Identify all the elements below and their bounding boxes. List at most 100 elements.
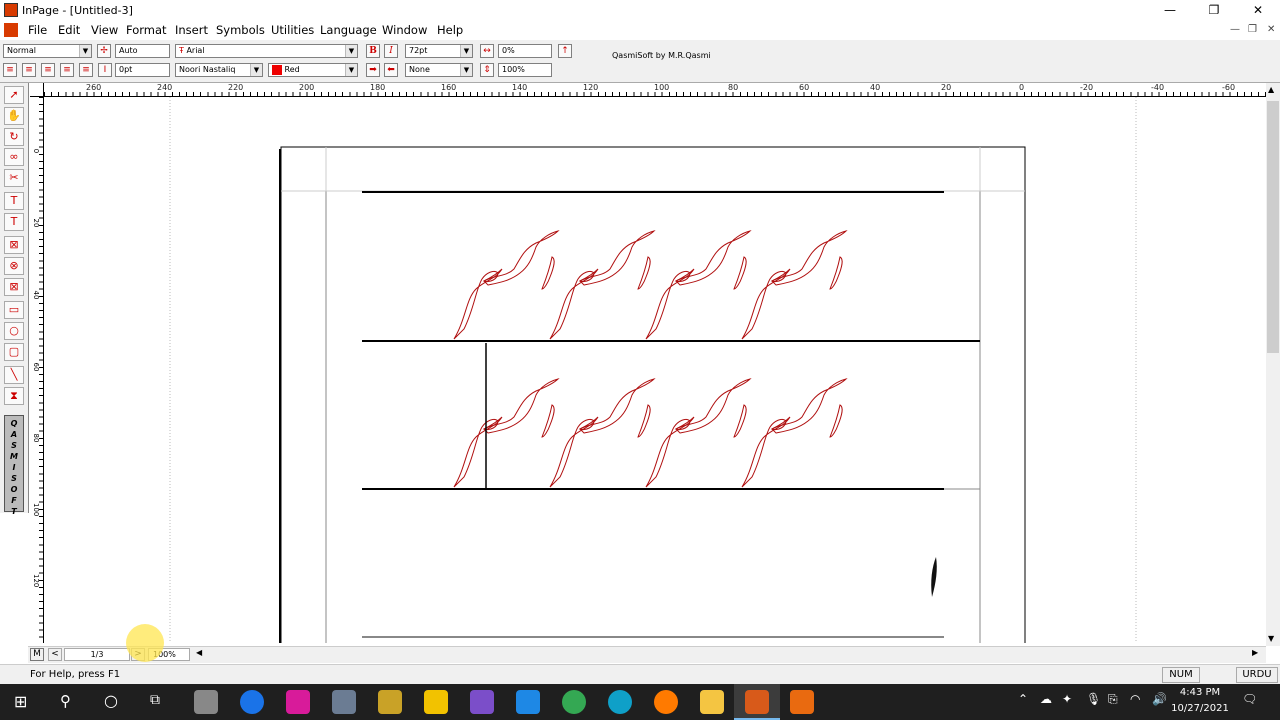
- unlink-tool-icon[interactable]: ✂: [4, 169, 24, 187]
- database-app-icon[interactable]: [194, 690, 218, 714]
- leading-icon[interactable]: ✢: [97, 44, 111, 58]
- text-frame-tool-icon[interactable]: T: [4, 213, 24, 231]
- rotate-tool-icon[interactable]: ↻: [4, 128, 24, 146]
- italic-button[interactable]: I: [384, 44, 398, 58]
- baseline-up-icon[interactable]: ↑: [558, 44, 572, 58]
- chevron-down-icon[interactable]: ▼: [345, 64, 357, 76]
- menu-language[interactable]: Language: [320, 23, 377, 37]
- mdi-minimize-icon[interactable]: —: [1230, 24, 1240, 35]
- align-center-icon[interactable]: ≡: [41, 63, 55, 77]
- menu-window[interactable]: Window: [382, 23, 427, 37]
- scroll-thumb[interactable]: [1267, 101, 1279, 353]
- show-hidden-icons-icon[interactable]: ⌃: [1018, 692, 1028, 706]
- menu-file[interactable]: File: [28, 23, 47, 37]
- vertical-scrollbar[interactable]: ▲ ▼: [1266, 83, 1280, 646]
- menu-view[interactable]: View: [91, 23, 118, 37]
- justify-icon[interactable]: ≡: [60, 63, 74, 77]
- minimize-button[interactable]: —: [1148, 0, 1192, 21]
- wifi-icon[interactable]: ◠: [1130, 692, 1140, 706]
- latin-font-select[interactable]: Ŧ Arial ▼: [175, 44, 358, 58]
- scroll-left-icon[interactable]: ◀: [196, 648, 202, 657]
- app-icon[interactable]: [332, 690, 356, 714]
- mdi-close-icon[interactable]: ✕: [1267, 24, 1275, 35]
- volume-icon[interactable]: 🔊: [1152, 692, 1167, 706]
- notifications-icon[interactable]: 🗨: [1242, 692, 1257, 706]
- menu-edit[interactable]: Edit: [58, 23, 80, 37]
- scale-field[interactable]: 100%: [498, 63, 552, 77]
- windows-start-icon[interactable]: ⊞: [14, 692, 27, 711]
- text-tool-icon[interactable]: T: [4, 192, 24, 210]
- leading-field[interactable]: Auto: [115, 44, 170, 58]
- app-icon[interactable]: [378, 690, 402, 714]
- microphone-icon[interactable]: 🎙: [1086, 692, 1101, 706]
- document-canvas[interactable]: [44, 97, 1266, 643]
- urdu-font-select[interactable]: Noori Nastaliq ▼: [175, 63, 263, 77]
- scroll-up-icon[interactable]: ▲: [1268, 85, 1274, 94]
- file-explorer-icon[interactable]: [700, 690, 724, 714]
- chevron-down-icon[interactable]: ▼: [460, 64, 472, 76]
- vscode-icon[interactable]: [516, 690, 540, 714]
- space-field[interactable]: 0pt: [115, 63, 170, 77]
- pointer-tool-icon[interactable]: ➚: [4, 86, 24, 104]
- restore-button[interactable]: ❐: [1192, 0, 1236, 21]
- rounded-picture-tool-icon[interactable]: ⊠: [4, 278, 24, 296]
- ortho-line-tool-icon[interactable]: ⧗: [4, 387, 24, 405]
- menu-format[interactable]: Format: [126, 23, 167, 37]
- page-number-field[interactable]: 1/3: [64, 648, 130, 661]
- justify-all-icon[interactable]: ≡: [79, 63, 93, 77]
- ellipse-tool-icon[interactable]: ○: [4, 322, 24, 340]
- mdi-restore-icon[interactable]: ❐: [1248, 24, 1257, 35]
- picture-box-tool-icon[interactable]: ⊠: [4, 236, 24, 254]
- menu-insert[interactable]: Insert: [175, 23, 208, 37]
- chevron-down-icon[interactable]: ▼: [345, 45, 357, 57]
- chrome-icon[interactable]: [562, 690, 586, 714]
- scale-icon[interactable]: ⇕: [480, 63, 494, 77]
- document-icon[interactable]: [4, 23, 18, 37]
- style-select[interactable]: Normal ▼: [3, 44, 92, 58]
- menu-help[interactable]: Help: [437, 23, 463, 37]
- cortana-icon[interactable]: ○: [104, 691, 118, 710]
- text-spacing-icon[interactable]: Ⅰ: [98, 63, 112, 77]
- hand-tool-icon[interactable]: ✋: [4, 107, 24, 125]
- clock-time[interactable]: 4:43 PM: [1172, 687, 1228, 698]
- ruler-origin[interactable]: [30, 83, 44, 97]
- color-select[interactable]: Red ▼: [268, 63, 358, 77]
- vertical-ruler[interactable]: 0 20 40 60 80 100 120: [30, 97, 44, 643]
- align-left-icon[interactable]: ≡: [22, 63, 36, 77]
- search-icon[interactable]: ⚲: [60, 692, 71, 710]
- chevron-down-icon[interactable]: ▼: [460, 45, 472, 57]
- clock-date[interactable]: 10/27/2021: [1168, 703, 1232, 714]
- app-icon[interactable]: [424, 690, 448, 714]
- scroll-right-icon[interactable]: ▶: [1252, 648, 1258, 657]
- bold-button[interactable]: B: [366, 44, 380, 58]
- shade-select[interactable]: None ▼: [405, 63, 473, 77]
- rectangle-tool-icon[interactable]: ▭: [4, 301, 24, 319]
- font-size-select[interactable]: 72pt ▼: [405, 44, 473, 58]
- onedrive-icon[interactable]: ☁: [1040, 692, 1052, 706]
- scroll-down-icon[interactable]: ▼: [1268, 634, 1274, 643]
- rounded-rect-tool-icon[interactable]: ▢: [4, 343, 24, 361]
- align-right-icon[interactable]: ≡: [3, 63, 17, 77]
- app-icon[interactable]: [790, 690, 814, 714]
- line-tool-icon[interactable]: ╲: [4, 366, 24, 384]
- chevron-down-icon[interactable]: ▼: [79, 45, 91, 57]
- arrow-right-icon[interactable]: ➡: [366, 63, 380, 77]
- network-icon[interactable]: ⎘: [1108, 692, 1118, 707]
- page-sheet[interactable]: [280, 146, 1026, 643]
- arrow-left-icon[interactable]: ⬅: [384, 63, 398, 77]
- horizontal-ruler[interactable]: 260 240 220 200 180 160 140 120 100 80 6…: [44, 83, 1266, 97]
- app-icon[interactable]: [240, 690, 264, 714]
- oval-picture-tool-icon[interactable]: ⊗: [4, 257, 24, 275]
- firefox-icon[interactable]: [654, 690, 678, 714]
- menu-symbols[interactable]: Symbols: [216, 23, 265, 37]
- inpage-app-icon[interactable]: [4, 3, 18, 17]
- menu-utilities[interactable]: Utilities: [271, 23, 314, 37]
- visual-studio-icon[interactable]: [470, 690, 494, 714]
- task-view-icon[interactable]: ⧉: [150, 692, 160, 708]
- app-icon[interactable]: [286, 690, 310, 714]
- close-button[interactable]: ✕: [1236, 0, 1280, 21]
- prev-page-button[interactable]: <: [48, 648, 62, 661]
- chevron-down-icon[interactable]: ▼: [250, 64, 262, 76]
- edge-icon[interactable]: [608, 690, 632, 714]
- dropbox-icon[interactable]: ✦: [1062, 692, 1072, 706]
